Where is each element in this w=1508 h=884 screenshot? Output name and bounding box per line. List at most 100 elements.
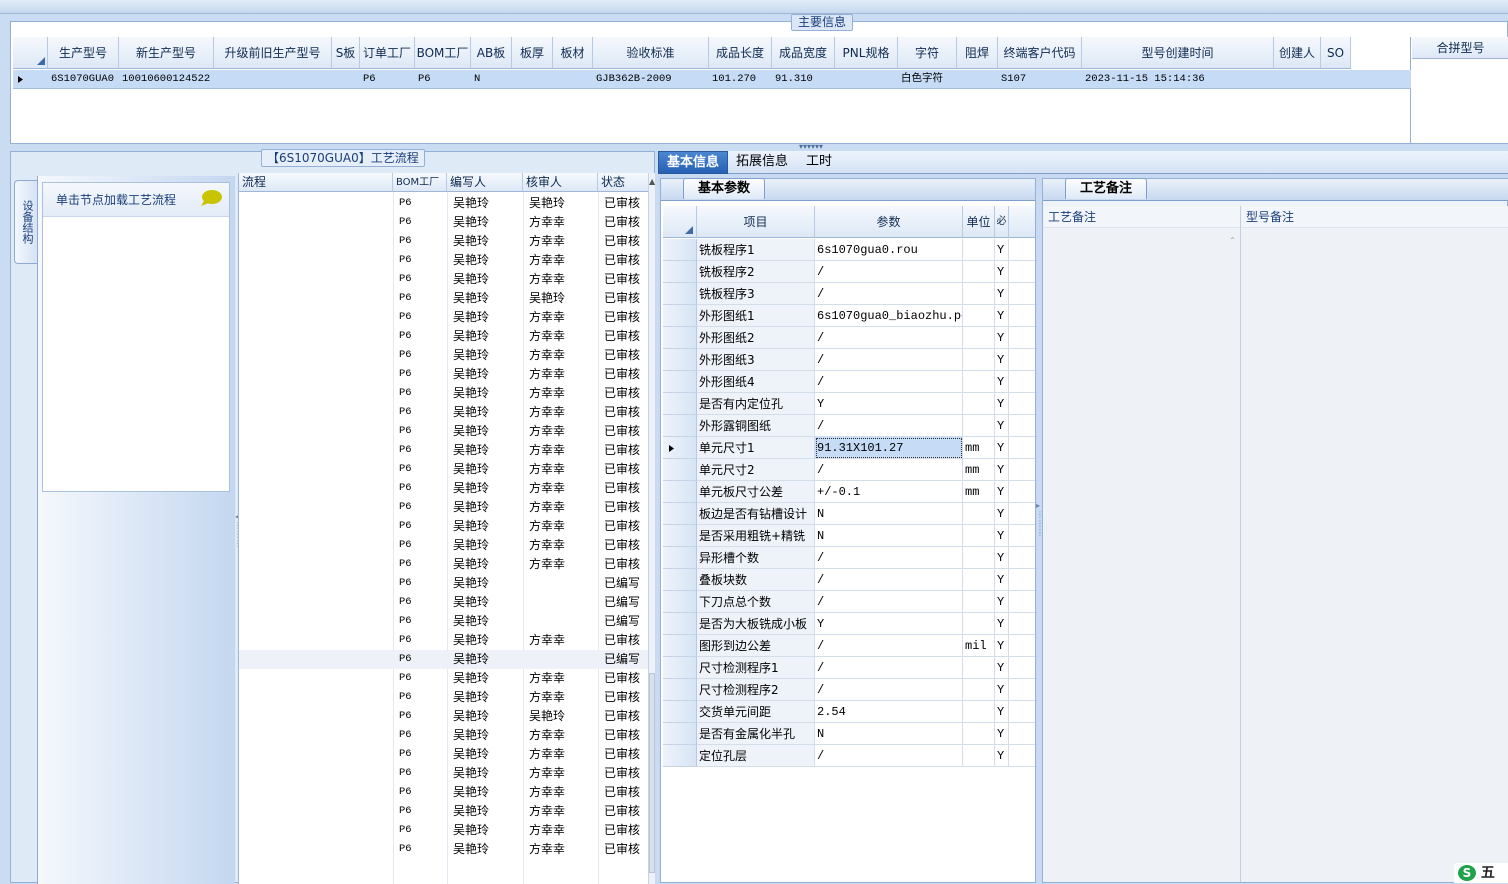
param-cell-unit[interactable]: [963, 525, 995, 547]
tab-work-hours[interactable]: 工时: [798, 151, 840, 174]
param-cell-param[interactable]: /: [815, 569, 963, 591]
main-cell-0[interactable]: 6S1070GUA0: [48, 70, 119, 89]
param-cell-unit[interactable]: [963, 679, 995, 701]
row-indicator[interactable]: [663, 459, 697, 481]
row-indicator[interactable]: [663, 481, 697, 503]
main-col-12[interactable]: PNL规格: [835, 37, 898, 69]
tree-row[interactable]: −AOI1P6吴艳玲方幸幸已审核: [239, 327, 648, 346]
param-row[interactable]: 交货单元间距 2.54 Y: [663, 701, 1035, 723]
main-col-15[interactable]: 终端客户代码: [998, 37, 1082, 69]
tree-row[interactable]: −终检P6吴艳玲方幸幸已审核: [239, 688, 648, 707]
param-cell-param[interactable]: /: [815, 349, 963, 371]
hint-header[interactable]: 单击节点加载工艺流程: [43, 183, 229, 217]
tree-row[interactable]: 铣板P6吴艳玲已编写: [239, 650, 648, 669]
tree-col-1[interactable]: BOM工厂: [393, 173, 447, 192]
param-cell-param[interactable]: N: [815, 723, 963, 745]
row-indicator[interactable]: [663, 393, 697, 415]
param-row[interactable]: 单元尺寸1 91.31X101.27 mm Y: [663, 437, 1035, 459]
row-indicator[interactable]: [663, 371, 697, 393]
param-cell-param[interactable]: /: [815, 283, 963, 305]
main-cell-3[interactable]: [332, 70, 360, 89]
main-col-10[interactable]: 成品长度: [709, 37, 772, 69]
param-cell-param[interactable]: /: [815, 745, 963, 767]
horizontal-splitter[interactable]: ▾▾▾▾▾▾: [780, 143, 842, 151]
param-cell-req[interactable]: Y: [995, 437, 1009, 459]
main-cell-9[interactable]: GJB362B-2009: [593, 70, 709, 89]
param-cell-req[interactable]: Y: [995, 613, 1009, 635]
main-col-11[interactable]: 成品宽度: [772, 37, 835, 69]
main-cell-14[interactable]: [957, 70, 998, 89]
main-col-16[interactable]: 型号创建时间: [1082, 37, 1274, 69]
tree-row[interactable]: 喷涂P6吴艳玲方幸幸已审核: [239, 403, 648, 422]
param-cell-req[interactable]: Y: [995, 657, 1009, 679]
tree-row[interactable]: V槽P6吴艳玲方幸幸已审核: [239, 631, 648, 650]
tree-row[interactable]: 碱性蚀刻1P6吴艳玲吴艳玲已审核: [239, 289, 648, 308]
param-row[interactable]: 是否有金属化半孔 N Y: [663, 723, 1035, 745]
row-indicator[interactable]: [663, 261, 697, 283]
param-row[interactable]: 定位孔层 / Y: [663, 745, 1035, 767]
row-indicator[interactable]: [663, 239, 697, 261]
param-row[interactable]: 单元尺寸2/mm Y: [663, 459, 1035, 481]
row-indicator[interactable]: [663, 613, 697, 635]
scroll-thumb[interactable]: [649, 673, 655, 873]
main-cell-15[interactable]: S107: [998, 70, 1082, 89]
param-cell-req[interactable]: Y: [995, 481, 1009, 503]
main-cell-13[interactable]: 白色字符: [898, 70, 957, 89]
main-cell-6[interactable]: N: [471, 70, 512, 89]
param-row[interactable]: 是否采用粗铣+精铣 N Y: [663, 525, 1035, 547]
param-cell-unit[interactable]: [963, 503, 995, 525]
main-col-7[interactable]: 板厚: [512, 37, 553, 69]
param-cell-unit[interactable]: mm: [963, 481, 995, 503]
tree-row[interactable]: 曝光P6吴艳玲方幸幸已审核: [239, 422, 648, 441]
param-cell-req[interactable]: Y: [995, 371, 1009, 393]
param-cell-param[interactable]: 2.54: [815, 701, 963, 723]
param-cell-req[interactable]: Y: [995, 283, 1009, 305]
param-row[interactable]: 是否为大板铣成小板 Y Y: [663, 613, 1035, 635]
main-cell-12[interactable]: [835, 70, 898, 89]
param-cell-req[interactable]: Y: [995, 745, 1009, 767]
param-cell-param[interactable]: /: [815, 459, 963, 481]
param-cell-param[interactable]: /: [815, 327, 963, 349]
param-cell-req[interactable]: Y: [995, 393, 1009, 415]
params-col-item[interactable]: 项目: [697, 206, 815, 238]
param-row[interactable]: 外形露铜图纸 / Y: [663, 415, 1035, 437]
param-cell-param[interactable]: /: [815, 679, 963, 701]
param-row[interactable]: 尺寸检测程序1/ Y: [663, 657, 1035, 679]
main-cell-2[interactable]: [214, 70, 332, 89]
main-cell-5[interactable]: P6: [415, 70, 471, 89]
param-cell-param[interactable]: /: [815, 657, 963, 679]
main-info-grid[interactable]: 生产型号 新生产型号 升级前旧生产型号 S板 订单工厂 BOM工厂 AB板 板厚 板材 验收标准成…: [13, 37, 1411, 143]
tree-row[interactable]: 外层AOI1P6吴艳玲方幸幸已审核: [239, 346, 648, 365]
main-cell-17[interactable]: [1274, 70, 1321, 89]
param-cell-param[interactable]: /: [815, 547, 963, 569]
tab-craft-notes[interactable]: 工艺备注: [1065, 178, 1148, 199]
row-indicator[interactable]: [663, 679, 697, 701]
param-cell-req[interactable]: Y: [995, 701, 1009, 723]
param-cell-param[interactable]: /: [815, 371, 963, 393]
param-cell-unit[interactable]: mm: [963, 437, 995, 459]
main-col-8[interactable]: 板材: [553, 37, 593, 69]
param-cell-param[interactable]: /: [815, 261, 963, 283]
tree-row[interactable]: 退膜1P6吴艳玲方幸幸已审核: [239, 270, 648, 289]
param-cell-param[interactable]: 91.31X101.27: [815, 437, 963, 459]
param-cell-req[interactable]: Y: [995, 327, 1009, 349]
tree-col-0[interactable]: 流程: [239, 173, 393, 192]
tree-row[interactable]: −外形P6吴艳玲已编写: [239, 612, 648, 631]
param-cell-req[interactable]: Y: [995, 459, 1009, 481]
tree-col-2[interactable]: 编写人: [447, 173, 523, 192]
param-cell-unit[interactable]: [963, 723, 995, 745]
param-cell-param[interactable]: +/-0.1: [815, 481, 963, 503]
row-indicator[interactable]: [663, 415, 697, 437]
row-indicator[interactable]: [663, 591, 697, 613]
tree-row[interactable]: 入库P6吴艳玲方幸幸已审核: [239, 802, 648, 821]
param-cell-unit[interactable]: [963, 305, 995, 327]
main-col-0[interactable]: 生产型号: [48, 37, 119, 69]
tree-col-3[interactable]: 核审人: [523, 173, 598, 192]
param-cell-unit[interactable]: [963, 393, 995, 415]
param-cell-unit[interactable]: [963, 569, 995, 591]
tab-basic-params[interactable]: 基本参数: [683, 178, 766, 199]
row-indicator[interactable]: [663, 745, 697, 767]
param-row[interactable]: 是否有内定位孔 Y Y: [663, 393, 1035, 415]
param-cell-unit[interactable]: [963, 239, 995, 261]
param-cell-param[interactable]: 6s1070gua0_biaozhu.pdf: [815, 305, 963, 327]
